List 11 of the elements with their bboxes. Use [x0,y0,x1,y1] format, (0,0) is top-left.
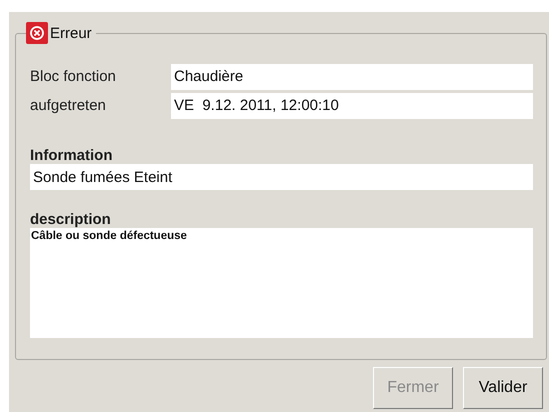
description-heading: description [30,211,112,228]
information-heading: Information [30,147,114,164]
dialog-button[interactable]: Valider [463,367,543,409]
field-label: Bloc fonction [30,68,117,85]
information-field[interactable]: Sonde fumées Eteint [30,164,533,190]
value-field[interactable]: Chaudière [171,64,533,90]
group-title: Erreur [50,24,92,42]
value-field[interactable]: VE 9.12. 2011, 12:00:10 [171,92,533,118]
field-label: aufgetreten [30,97,107,114]
error-icon [26,22,48,44]
description-area[interactable]: Câble ou sonde défectueuse [30,228,533,338]
